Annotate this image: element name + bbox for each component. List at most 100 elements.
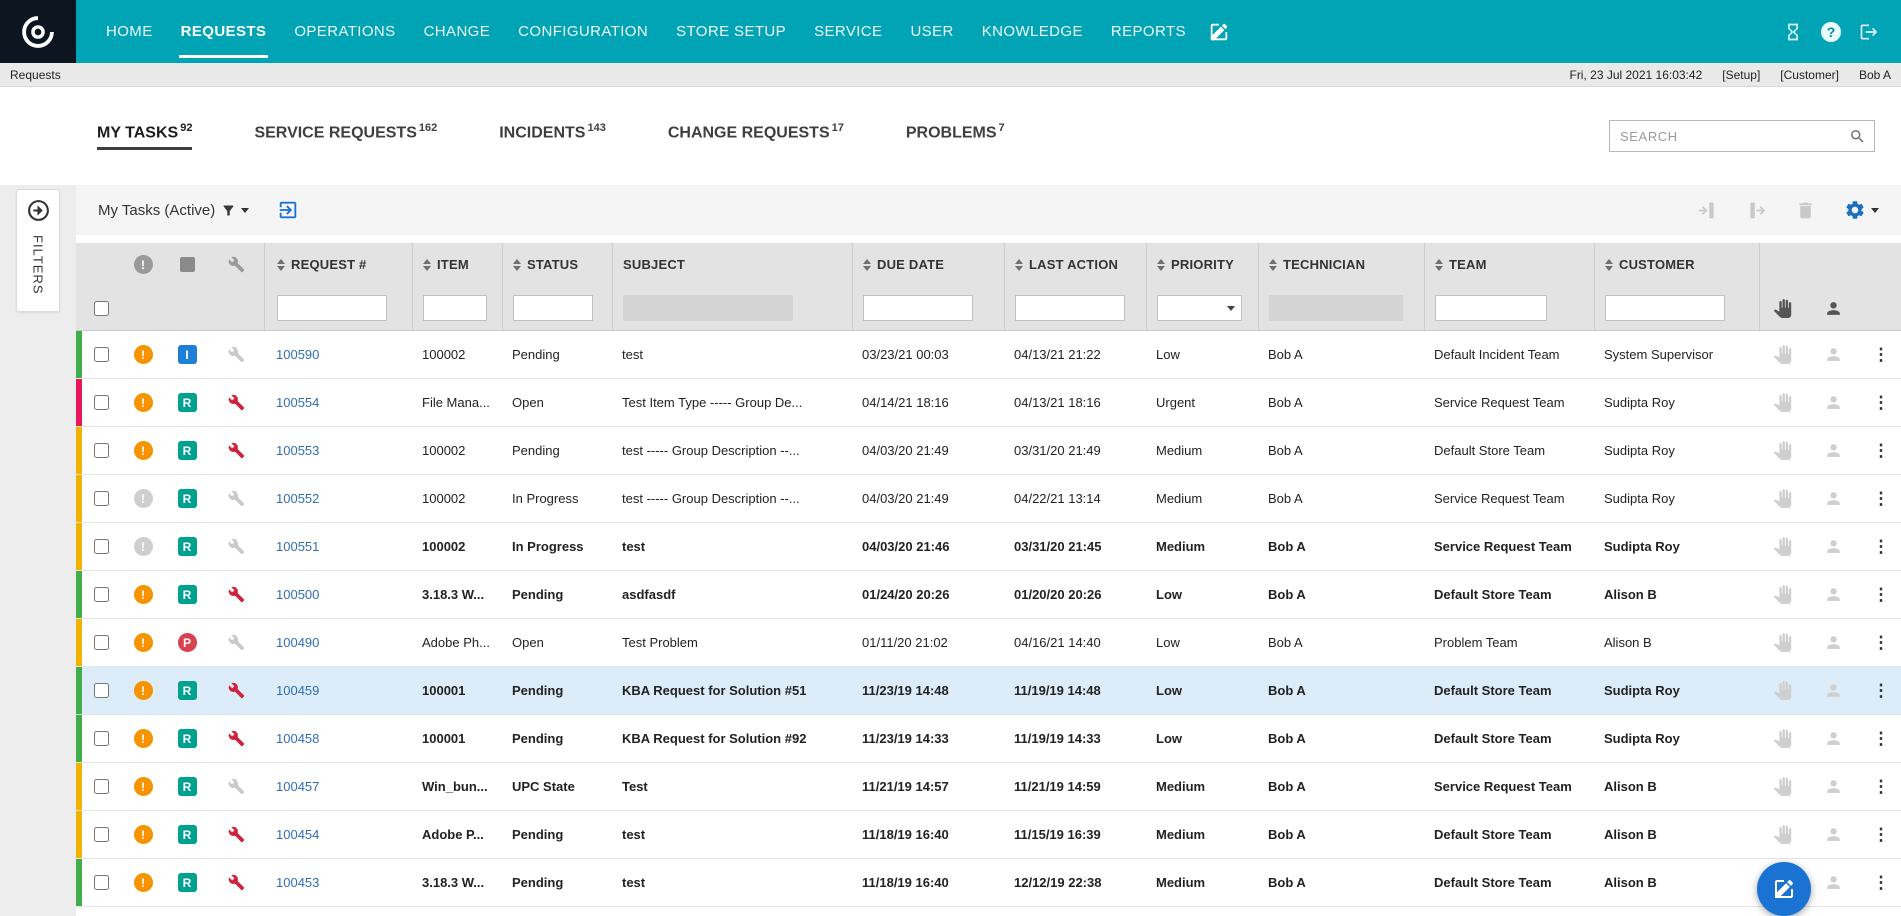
filter-request-input[interactable] xyxy=(277,295,387,321)
row-checkbox[interactable] xyxy=(94,443,109,458)
table-row[interactable]: R 100552 100002 In Progress test ----- G… xyxy=(76,475,1901,523)
request-number-link[interactable]: 100551 xyxy=(276,539,319,554)
nav-item-change[interactable]: CHANGE xyxy=(410,0,505,63)
request-number-link[interactable]: 100453 xyxy=(276,875,319,890)
quick-create-icon[interactable] xyxy=(1208,0,1230,63)
table-row[interactable]: P 100490 Adobe Ph... Open Test Problem 0… xyxy=(76,619,1901,667)
row-checkbox[interactable] xyxy=(94,491,109,506)
assign-tech-icon[interactable] xyxy=(1824,633,1843,652)
more-menu-icon[interactable] xyxy=(1873,874,1890,891)
row-checkbox[interactable] xyxy=(94,779,109,794)
nav-item-home[interactable]: HOME xyxy=(92,0,167,63)
new-ticket-fab[interactable] xyxy=(1757,862,1811,916)
nav-item-operations[interactable]: OPERATIONS xyxy=(280,0,409,63)
hand-icon[interactable] xyxy=(1773,345,1792,364)
filter-status-input[interactable] xyxy=(513,295,593,321)
filter-team-input[interactable] xyxy=(1435,295,1547,321)
more-menu-icon[interactable] xyxy=(1873,634,1890,651)
hand-icon[interactable] xyxy=(1773,729,1792,748)
expand-filters-icon[interactable] xyxy=(26,198,51,223)
row-checkbox[interactable] xyxy=(94,875,109,890)
request-number-link[interactable]: 100590 xyxy=(276,347,319,362)
more-menu-icon[interactable] xyxy=(1873,778,1890,795)
help-icon[interactable]: ? xyxy=(1821,22,1841,42)
assign-tech-icon[interactable] xyxy=(1824,729,1843,748)
filter-last-action-input[interactable] xyxy=(1015,295,1125,321)
more-menu-icon[interactable] xyxy=(1873,442,1890,459)
filter-due-date-input[interactable] xyxy=(863,295,973,321)
checkout-column-icon[interactable] xyxy=(1746,200,1767,221)
nav-item-service[interactable]: SERVICE xyxy=(800,0,896,63)
more-menu-icon[interactable] xyxy=(1873,490,1890,507)
table-row[interactable]: R 100458 100001 Pending KBA Request for … xyxy=(76,715,1901,763)
row-checkbox[interactable] xyxy=(94,731,109,746)
column-header-priority[interactable]: PRIORITY xyxy=(1146,243,1258,286)
nav-item-configuration[interactable]: CONFIGURATION xyxy=(504,0,662,63)
tab-service-requests[interactable]: SERVICE REQUESTS162 xyxy=(254,122,437,150)
export-icon[interactable] xyxy=(277,199,299,221)
column-header-technician[interactable]: TECHNICIAN xyxy=(1258,243,1424,286)
request-number-link[interactable]: 100553 xyxy=(276,443,319,458)
more-menu-icon[interactable] xyxy=(1873,538,1890,555)
table-row[interactable]: R 100500 3.18.3 W... Pending asdfasdf 01… xyxy=(76,571,1901,619)
priority-filter-select[interactable] xyxy=(1157,295,1242,321)
gear-icon[interactable] xyxy=(1844,199,1879,221)
row-checkbox[interactable] xyxy=(94,827,109,842)
table-row[interactable]: R 100453 3.18.3 W... Pending test 11/18/… xyxy=(76,859,1901,907)
more-menu-icon[interactable] xyxy=(1873,394,1890,411)
request-number-link[interactable]: 100552 xyxy=(276,491,319,506)
nav-item-reports[interactable]: REPORTS xyxy=(1097,0,1200,63)
tab-problems[interactable]: PROBLEMS7 xyxy=(906,122,1005,150)
filter-item-input[interactable] xyxy=(423,295,487,321)
assign-tech-icon[interactable] xyxy=(1824,345,1843,364)
filter-funnel-icon[interactable] xyxy=(221,203,236,218)
more-menu-icon[interactable] xyxy=(1873,346,1890,363)
alert-column-icon[interactable] xyxy=(134,255,153,274)
search-icon[interactable] xyxy=(1849,128,1866,145)
hand-icon[interactable] xyxy=(1773,825,1792,844)
request-number-link[interactable]: 100458 xyxy=(276,731,319,746)
more-menu-icon[interactable] xyxy=(1873,586,1890,603)
column-header-team[interactable]: TEAM xyxy=(1424,243,1594,286)
trash-icon[interactable] xyxy=(1795,200,1816,221)
row-checkbox[interactable] xyxy=(94,587,109,602)
request-number-link[interactable]: 100454 xyxy=(276,827,319,842)
column-header-customer[interactable]: CUSTOMER xyxy=(1594,243,1759,286)
current-user[interactable]: Bob A xyxy=(1859,68,1891,82)
hand-icon[interactable] xyxy=(1773,393,1792,412)
tab-change-requests[interactable]: CHANGE REQUESTS17 xyxy=(668,122,844,150)
hourglass-icon[interactable] xyxy=(1783,22,1803,42)
column-header-request[interactable]: REQUEST # xyxy=(264,243,412,286)
assign-tech-icon[interactable] xyxy=(1824,825,1843,844)
filters-panel-toggle[interactable]: FILTERS xyxy=(16,189,60,312)
row-checkbox[interactable] xyxy=(94,395,109,410)
more-menu-icon[interactable] xyxy=(1873,826,1890,843)
select-all-checkbox[interactable] xyxy=(94,301,109,316)
setup-link[interactable]: [Setup] xyxy=(1722,68,1760,82)
row-checkbox[interactable] xyxy=(94,347,109,362)
column-header-item[interactable]: ITEM xyxy=(412,243,502,286)
search-input[interactable] xyxy=(1610,129,1849,144)
assign-tech-icon[interactable] xyxy=(1824,585,1843,604)
hand-icon[interactable] xyxy=(1773,489,1792,508)
more-menu-icon[interactable] xyxy=(1873,730,1890,747)
assign-column-icon[interactable] xyxy=(1824,299,1843,318)
table-row[interactable]: R 100459 100001 Pending KBA Request for … xyxy=(76,667,1901,715)
request-number-link[interactable]: 100459 xyxy=(276,683,319,698)
hand-icon[interactable] xyxy=(1773,585,1792,604)
assign-tech-icon[interactable] xyxy=(1824,393,1843,412)
filter-customer-input[interactable] xyxy=(1605,295,1725,321)
column-header-last-action[interactable]: LAST ACTION xyxy=(1004,243,1146,286)
hand-icon[interactable] xyxy=(1773,633,1792,652)
hand-icon[interactable] xyxy=(1773,777,1792,796)
more-menu-icon[interactable] xyxy=(1873,682,1890,699)
app-logo[interactable] xyxy=(0,0,76,63)
row-checkbox[interactable] xyxy=(94,683,109,698)
search-box[interactable] xyxy=(1609,120,1875,152)
request-number-link[interactable]: 100490 xyxy=(276,635,319,650)
hand-icon[interactable] xyxy=(1773,681,1792,700)
assign-tech-icon[interactable] xyxy=(1824,489,1843,508)
request-number-link[interactable]: 100500 xyxy=(276,587,319,602)
table-row[interactable]: R 100553 100002 Pending test ----- Group… xyxy=(76,427,1901,475)
table-row[interactable]: R 100551 100002 In Progress test 04/03/2… xyxy=(76,523,1901,571)
